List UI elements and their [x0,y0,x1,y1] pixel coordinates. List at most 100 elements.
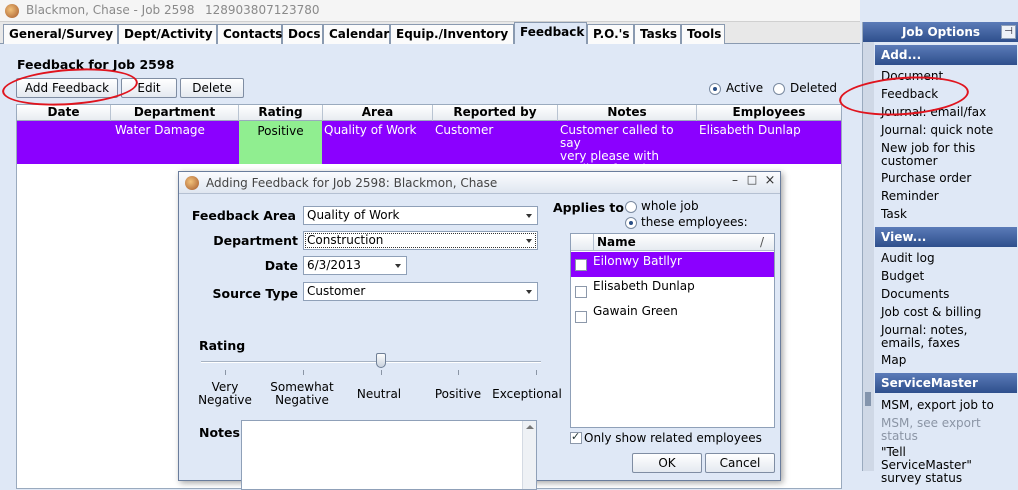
tab-pos[interactable]: P.O.'s [587,24,634,44]
employees-header-name[interactable]: Name [597,235,636,249]
tab-equip-inventory[interactable]: Equip./Inventory [390,24,514,44]
minimize-icon[interactable]: – [728,173,742,191]
cell-notes-line: Customer called to say [560,123,674,150]
panel-splitter[interactable] [863,42,874,471]
table-row[interactable]: Water Damage Positive Quality of Work Cu… [17,121,841,176]
option-documents[interactable]: Documents [881,288,1017,301]
rating-tick [380,370,382,375]
tab-docs[interactable]: Docs [282,24,323,44]
whole-job-label: whole job [641,199,699,213]
page-title: Feedback for Job 2598 [17,57,175,72]
column-header-date[interactable]: Date [17,105,111,121]
applies-to-label: Applies to [553,200,624,215]
option-feedback[interactable]: Feedback [881,88,1017,101]
cancel-button[interactable]: Cancel [705,453,775,473]
splitter-grip-icon[interactable] [865,392,871,406]
cell-employees: Elisabeth Dunlap [699,123,801,137]
option-tell-servicemaster[interactable]: "Tell ServiceMaster" survey status [881,446,991,485]
dialog-titlebar: Adding Feedback for Job 2598: Blackmon, … [179,172,780,194]
date-picker[interactable]: 6/3/2013 [303,256,407,275]
feedback-area-select[interactable]: Quality of Work [303,206,538,225]
tab-tasks[interactable]: Tasks [634,24,681,44]
notes-label: Notes [199,425,240,440]
employees-header: Name / [571,234,774,251]
employee-name: Elisabeth Dunlap [593,279,695,293]
column-header-notes[interactable]: Notes [558,105,697,121]
tab-contacts[interactable]: Contacts [217,24,282,44]
option-task[interactable]: Task [881,208,1017,221]
department-select[interactable]: Construction [303,231,538,250]
option-journal-email-fax[interactable]: Journal: email/fax [881,106,1017,119]
column-header-reported-by[interactable]: Reported by [433,105,558,121]
job-options-title: Job Options [863,22,1018,42]
employee-row[interactable]: Elisabeth Dunlap [571,277,774,302]
source-type-value: Customer [307,284,366,298]
option-audit-log[interactable]: Audit log [881,252,1017,265]
notes-textarea[interactable] [241,420,537,490]
rating-option-very-negative-line: Negative [198,393,252,407]
option-reminder[interactable]: Reminder [881,190,1017,203]
column-header-area[interactable]: Area [323,105,433,121]
only-related-label: Only show related employees [584,431,762,445]
edit-button[interactable]: Edit [121,78,177,98]
option-budget[interactable]: Budget [881,270,1017,283]
add-feedback-button[interactable]: Add Feedback [16,78,118,98]
employee-name: Gawain Green [593,304,678,318]
option-new-job[interactable]: New job for this customer [881,142,981,168]
date-value: 6/3/2013 [307,258,361,272]
option-job-cost-billing[interactable]: Job cost & billing [881,306,1017,319]
scroll-up-icon[interactable] [526,425,534,429]
option-purchase-order[interactable]: Purchase order [881,172,1017,185]
window-title: Blackmon, Chase - Job 2598 [26,3,195,17]
option-msm-export[interactable]: MSM, export job to [881,399,1017,412]
option-journal-notes[interactable]: Journal: notes, emails, faxes [881,324,981,350]
tab-dept-activity[interactable]: Dept/Activity [118,24,217,44]
chevron-down-icon [526,239,532,243]
tab-tools[interactable]: Tools [681,24,725,44]
source-type-select[interactable]: Customer [303,282,538,301]
tab-strip: General/Survey Dept/Activity Contacts Do… [0,22,860,45]
ok-button[interactable]: OK [632,453,702,473]
sort-icon[interactable]: / [760,235,764,249]
cell-rating-text: Positive [257,124,304,138]
tab-calendar[interactable]: Calendar [323,24,390,44]
rating-option-exceptional: Exceptional [492,387,562,401]
employee-row[interactable]: Gawain Green [571,302,774,327]
rating-slider-thumb[interactable] [375,353,386,368]
employee-checkbox[interactable] [575,286,587,298]
chevron-down-icon [395,264,401,268]
header-divider [593,234,594,251]
option-msm-export-status: MSM, see export status [881,416,981,443]
column-header-rating[interactable]: Rating [239,105,323,121]
maximize-icon[interactable]: □ [745,173,759,191]
column-header-department[interactable]: Department [111,105,239,121]
deleted-radio[interactable] [773,83,785,95]
option-map[interactable]: Map [881,354,1017,367]
only-related-checkbox[interactable] [570,430,582,444]
rating-tick [458,370,460,375]
tab-feedback[interactable]: Feedback [514,22,587,45]
rating-option-positive: Positive [434,387,482,401]
source-type-label: Source Type [212,286,298,301]
column-header-employees[interactable]: Employees [697,105,841,121]
option-journal-quick-note[interactable]: Journal: quick note [881,124,1017,137]
pin-icon[interactable]: ⊣ [1001,25,1016,39]
active-label: Active [726,81,764,95]
option-document[interactable]: Document [881,70,1017,83]
notes-scrollbar[interactable] [522,421,536,489]
tab-general-survey[interactable]: General/Survey [3,24,118,44]
delete-button[interactable]: Delete [180,78,244,98]
whole-job-radio[interactable] [625,201,637,213]
job-options-panel: Job Options ⊣ Add... Document Feedback J… [862,22,1018,485]
employee-checkbox[interactable] [575,259,587,271]
deleted-label: Deleted [790,81,838,95]
employee-row-selected[interactable]: Eilonwy Batllyr [571,252,774,277]
these-employees-radio[interactable] [625,217,637,229]
active-radio[interactable] [709,83,721,95]
employee-checkbox[interactable] [575,311,587,323]
dialog-title: Adding Feedback for Job 2598: Blackmon, … [206,176,498,190]
rating-slider-track[interactable] [201,361,541,363]
close-icon[interactable]: × [763,173,777,191]
rating-label: Rating [199,338,246,353]
feedback-area-value: Quality of Work [307,208,400,222]
